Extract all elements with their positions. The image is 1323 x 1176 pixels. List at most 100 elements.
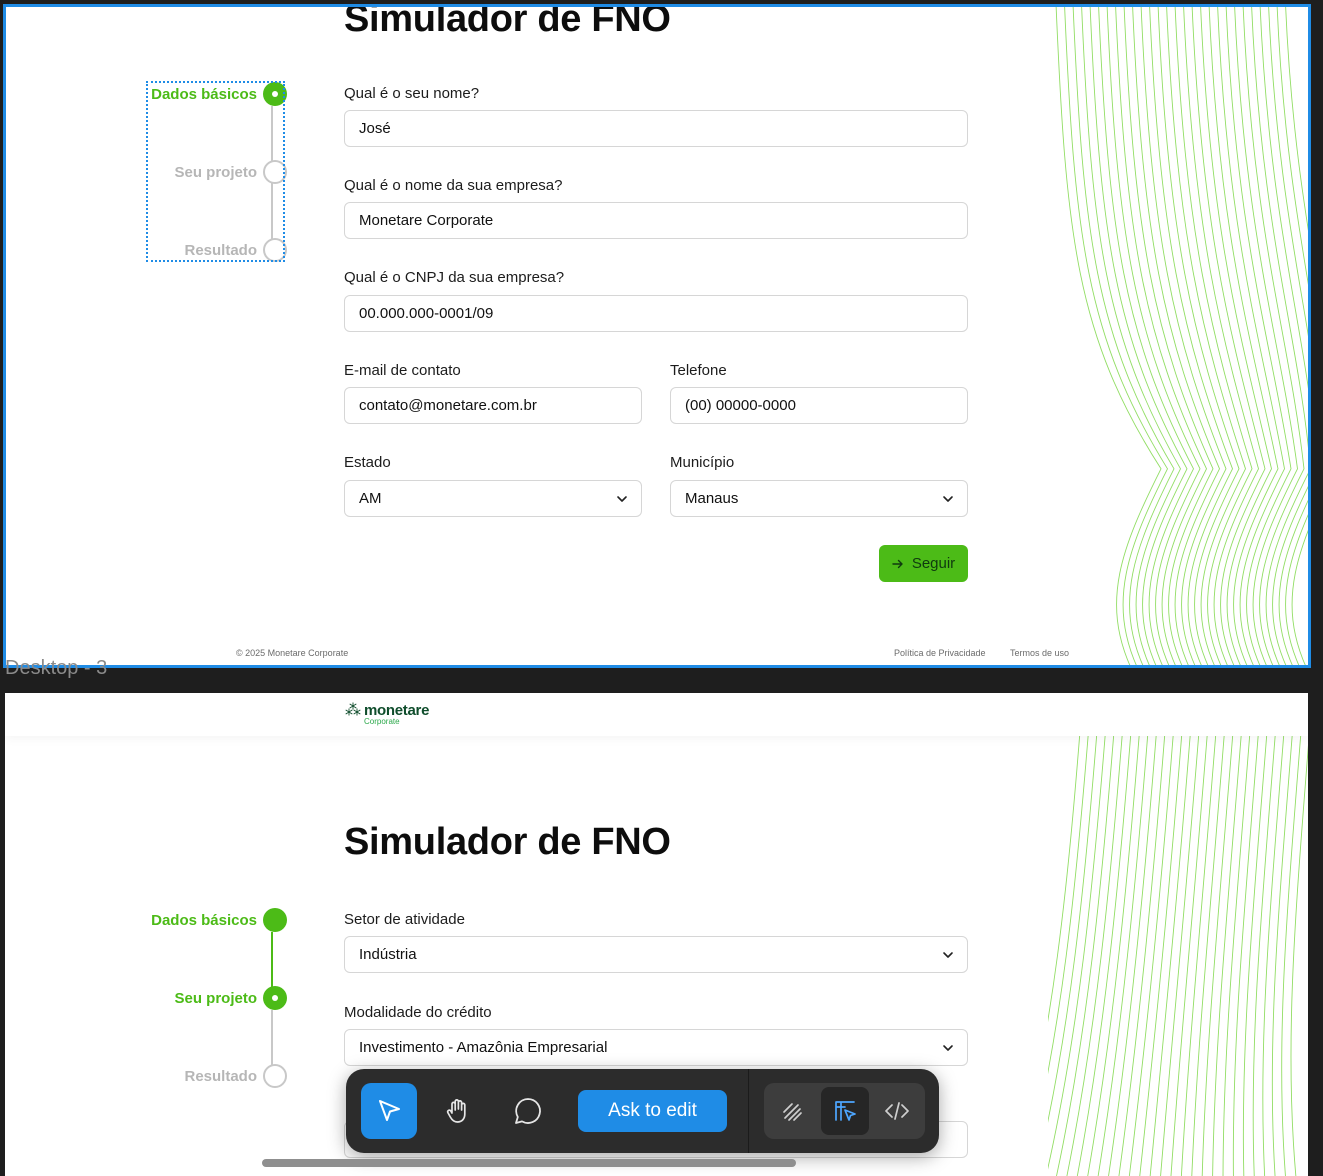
telefone-label: Telefone [670,362,727,379]
step-seu-projeto[interactable]: Seu projeto [147,986,287,1012]
curve-line [1259,4,1311,668]
hand-tool-button[interactable] [430,1083,486,1139]
footer-copyright: © 2025 Monetare Corporate [236,648,349,658]
modalidade-select[interactable]: Investimento - Amazônia Empresarial [344,1029,968,1066]
cursor-icon [379,1100,400,1121]
toolbar-divider [748,1069,749,1153]
curve-line [1191,693,1228,1176]
chevron-down-icon [943,1045,953,1051]
logo-icon: ⁂ [345,702,361,719]
seguir-button[interactable]: Seguir [879,545,968,582]
design-canvas: Simulador de FNO Dados básicos Seu proje… [0,0,1323,1176]
frame-desktop-dados-basicos[interactable]: Simulador de FNO Dados básicos Seu proje… [3,4,1311,668]
curve-line [1140,4,1227,668]
step-label: Dados básicos [151,912,257,929]
code-icon [885,1102,909,1120]
arrow-right-icon [892,559,903,568]
curve-line [1098,4,1195,668]
curve-line [1242,4,1305,668]
top-bar: ⁂ monetare Corporate [5,693,1308,736]
curve-line [1072,4,1175,668]
curve-line [1180,693,1220,1176]
modalidade-value: Investimento - Amazônia Empresarial [359,1039,608,1056]
telefone-input[interactable]: (00) 00000-0000 [670,387,968,424]
curve-line [1149,693,1194,1176]
nome-input[interactable]: José [344,110,968,147]
curve-line [1055,4,1162,668]
terms-link[interactable]: Termos de uso [1010,648,1069,658]
curve-line [1089,4,1188,668]
selection-outline [146,81,285,262]
curve-line [1200,4,1272,668]
step-resultado[interactable]: Resultado [147,1064,287,1090]
design-mode-icon [835,1101,856,1121]
step-done-dot [263,908,287,932]
email-label: E-mail de contato [344,362,461,379]
curve-line [1115,4,1208,668]
curve-line [1268,4,1311,668]
curve-line [1251,4,1311,668]
curve-line [1174,4,1253,668]
ask-to-edit-button[interactable]: Ask to edit [578,1090,727,1132]
logo-name: monetare [364,702,430,719]
privacy-link[interactable]: Política de Privacidade [894,648,986,658]
modalidade-label: Modalidade do crédito [344,1004,492,1021]
cursor-tool-button[interactable] [361,1083,417,1139]
curve-line [1183,4,1259,668]
curve-line [1108,693,1160,1176]
curve-line [1048,693,1092,1075]
draw-mode-button[interactable] [769,1087,817,1135]
design-mode-button[interactable] [821,1087,869,1135]
nome-label: Qual é o seu nome? [344,85,480,102]
curve-line [1066,693,1126,1176]
municipio-select[interactable]: Manaus [670,480,968,517]
estado-select[interactable]: AM [344,480,642,517]
empresa-input[interactable]: Monetare Corporate [344,202,968,239]
setor-value: Indústria [359,946,417,963]
step-empty-dot [263,1064,287,1088]
comment-tool-button[interactable] [500,1083,556,1139]
setor-label: Setor de atividade [344,911,465,928]
curve-line [1170,693,1211,1176]
municipio-value: Manaus [685,490,739,507]
code-mode-button[interactable] [873,1087,921,1135]
frame-label[interactable]: Desktop - 3 [5,657,107,680]
curve-line [1201,693,1237,1176]
step-dados-basicos[interactable]: Dados básicos [147,908,287,934]
horizontal-scrollbar[interactable] [262,1159,796,1167]
curve-line [1191,4,1266,668]
chevron-down-icon [943,952,953,958]
step-current-dot [263,986,287,1010]
cnpj-input[interactable]: 00.000.000-0001/09 [344,295,968,332]
page-title: Simulador de FNO [344,821,671,863]
curve-line [1166,4,1246,668]
curve-line [1149,4,1233,668]
decorative-curves [1048,693,1308,1176]
curve-line [1048,693,1101,1124]
mode-switcher [764,1083,925,1139]
curve-line [1208,4,1279,668]
cnpj-label: Qual é o CNPJ da sua empresa? [344,269,565,286]
email-input[interactable]: contato@monetare.com.br [344,387,642,424]
curve-line [1123,4,1214,668]
chevron-down-icon [617,496,627,502]
curve-line [1132,4,1220,668]
curve-line [1118,693,1169,1176]
empresa-label: Qual é o nome da sua empresa? [344,177,563,194]
curve-line [1097,693,1152,1176]
curve-line [1081,4,1182,668]
logo-sub: Corporate [364,717,400,726]
draw-icon [783,1103,802,1121]
curve-line [1225,4,1292,668]
page-title: Simulador de FNO [344,4,671,40]
setor-select[interactable]: Indústria [344,936,968,973]
curve-line [1262,693,1288,1176]
logo[interactable]: ⁂ monetare Corporate [345,703,429,726]
curve-line [1285,4,1311,668]
curve-line [1106,4,1201,668]
estado-value: AM [359,490,382,507]
step-label: Seu projeto [174,990,257,1007]
estado-label: Estado [344,454,391,471]
seguir-label: Seguir [911,555,956,572]
curve-line [1157,4,1240,668]
